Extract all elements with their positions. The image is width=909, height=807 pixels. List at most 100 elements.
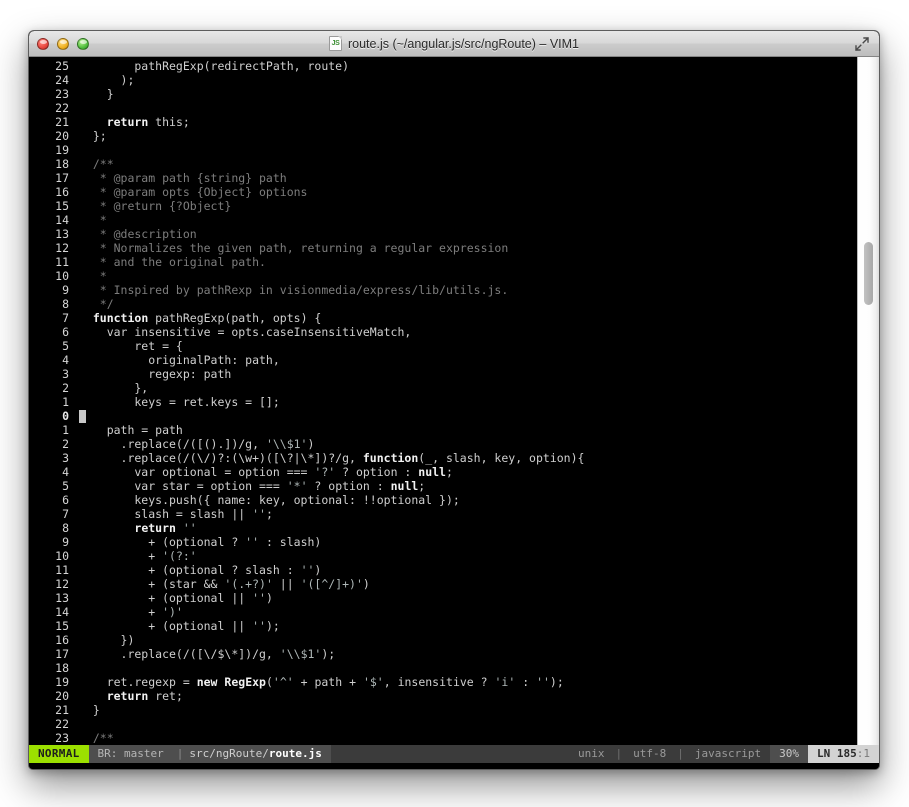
- code-line[interactable]: 0: [29, 409, 857, 423]
- fullscreen-icon[interactable]: [854, 31, 870, 56]
- code-line[interactable]: 7 function pathRegExp(path, opts) {: [29, 311, 857, 325]
- code-line[interactable]: 4 var optional = option === '?' ? option…: [29, 465, 857, 479]
- code-line[interactable]: 11 * and the original path.: [29, 255, 857, 269]
- status-filepath-name: route.js: [268, 747, 322, 760]
- code-token: .replace(/([\/$\*])/g,: [79, 647, 280, 661]
- code-line[interactable]: 18: [29, 661, 857, 675]
- code-line[interactable]: 22: [29, 717, 857, 731]
- command-line[interactable]: [29, 763, 879, 769]
- code-line[interactable]: 17 .replace(/([\/$\*])/g, '\\$1');: [29, 647, 857, 661]
- code-line[interactable]: 23 /**: [29, 731, 857, 745]
- line-number: 1: [62, 423, 69, 437]
- code-line[interactable]: 5 ret = {: [29, 339, 857, 353]
- code-line[interactable]: 9 * Inspired by pathRexp in visionmedia/…: [29, 283, 857, 297]
- code-line[interactable]: 7 slash = slash || '';: [29, 507, 857, 521]
- zoom-window-button[interactable]: [77, 37, 89, 50]
- code-token: /**: [79, 157, 114, 171]
- line-text: */: [79, 297, 114, 311]
- code-token: },: [79, 381, 149, 395]
- code-token: '\\$1': [279, 647, 322, 661]
- line-number: 16: [55, 633, 69, 647]
- code-line[interactable]: 16 * @param opts {Object} options: [29, 185, 857, 199]
- code-line[interactable]: 4 originalPath: path,: [29, 353, 857, 367]
- code-line[interactable]: 1 keys = ret.keys = [];: [29, 395, 857, 409]
- code-line[interactable]: 19: [29, 143, 857, 157]
- line-text: /**: [79, 157, 114, 171]
- code-token: '': [245, 535, 260, 549]
- line-text: /**: [79, 731, 114, 745]
- line-number: 3: [62, 451, 69, 465]
- code-line[interactable]: 12 + (star && '(.+?)' || '([^/]+)'): [29, 577, 857, 591]
- code-line[interactable]: 22: [29, 101, 857, 115]
- code-token: * Inspired by pathRexp in visionmedia/ex…: [79, 283, 509, 297]
- code-token: }: [79, 703, 100, 717]
- code-line[interactable]: 17 * @param path {string} path: [29, 171, 857, 185]
- code-token: '': [536, 675, 550, 689]
- code-line[interactable]: 6 var insensitive = opts.caseInsensitive…: [29, 325, 857, 339]
- minimize-window-button[interactable]: [57, 37, 69, 50]
- code-line[interactable]: 21 }: [29, 703, 857, 717]
- code-line[interactable]: 25 pathRegExp(redirectPath, route): [29, 59, 857, 73]
- line-text: var star = option === '*' ? option : nul…: [79, 479, 425, 493]
- close-window-button[interactable]: [37, 37, 49, 50]
- code-line[interactable]: 24 );: [29, 73, 857, 87]
- code-token: .replace(/(\/)?:(\w+)([\?|\*])?/g,: [79, 451, 363, 465]
- code-line[interactable]: 10 *: [29, 269, 857, 283]
- line-number: 22: [55, 717, 69, 731]
- code-line[interactable]: 16 }): [29, 633, 857, 647]
- line-text: + (optional || '');: [79, 619, 280, 633]
- code-line[interactable]: 3 .replace(/(\/)?:(\w+)([\?|\*])?/g, fun…: [29, 451, 857, 465]
- code-line[interactable]: 1 path = path: [29, 423, 857, 437]
- code-line[interactable]: 20 };: [29, 129, 857, 143]
- code-line[interactable]: 2 },: [29, 381, 857, 395]
- window-titlebar[interactable]: JS route.js (~/angular.js/src/ngRoute) –…: [29, 31, 879, 57]
- line-text: * Normalizes the given path, returning a…: [79, 241, 509, 255]
- status-line-number: 185: [836, 747, 857, 760]
- vertical-scrollbar[interactable]: [857, 57, 879, 745]
- code-line[interactable]: 8 */: [29, 297, 857, 311]
- code-line[interactable]: 23 }: [29, 87, 857, 101]
- code-line[interactable]: 19 ret.regexp = new RegExp('^' + path + …: [29, 675, 857, 689]
- code-line[interactable]: 15 * @return {?Object}: [29, 199, 857, 213]
- editor-pane[interactable]: 25 pathRegExp(redirectPath, route) 24 ); 2…: [29, 57, 879, 745]
- code-line[interactable]: 13 + (optional || ''): [29, 591, 857, 605]
- line-number: 12: [55, 577, 69, 591]
- code-token: return: [106, 115, 149, 129]
- code-line[interactable]: 11 + (optional ? slash : ''): [29, 563, 857, 577]
- code-line[interactable]: 3 regexp: path: [29, 367, 857, 381]
- code-line[interactable]: 15 + (optional || '');: [29, 619, 857, 633]
- code-line[interactable]: 18 /**: [29, 157, 857, 171]
- line-text: keys = ret.keys = [];: [79, 395, 279, 409]
- code-line[interactable]: 10 + '(?:': [29, 549, 857, 563]
- code-token: + path +: [293, 675, 363, 689]
- line-text: + (optional ? '' : slash): [79, 535, 321, 549]
- code-line[interactable]: 12 * Normalizes the given path, returnin…: [29, 241, 857, 255]
- code-line[interactable]: 8 return '': [29, 521, 857, 535]
- code-line[interactable]: 13 * @description: [29, 227, 857, 241]
- code-token: + (optional ? slash :: [79, 563, 301, 577]
- code-line[interactable]: 20 return ret;: [29, 689, 857, 703]
- code-line[interactable]: 9 + (optional ? '' : slash): [29, 535, 857, 549]
- code-line[interactable]: 14 *: [29, 213, 857, 227]
- line-number: 20: [55, 689, 69, 703]
- code-line[interactable]: 21 return this;: [29, 115, 857, 129]
- code-token: '(?:': [162, 549, 197, 563]
- code-line[interactable]: 5 var star = option === '*' ? option : n…: [29, 479, 857, 493]
- line-text: keys.push({ name: key, optional: !!optio…: [79, 493, 459, 507]
- code-token: path = path: [79, 423, 183, 437]
- code-token: ): [307, 437, 315, 451]
- vertical-scrollbar-thumb[interactable]: [864, 242, 873, 305]
- code-line[interactable]: 14 + ')': [29, 605, 857, 619]
- line-text: }: [79, 703, 100, 717]
- code-lines-container[interactable]: 25 pathRegExp(redirectPath, route) 24 ); 2…: [29, 57, 857, 745]
- code-token: */: [79, 297, 114, 311]
- code-token: : slash): [259, 535, 322, 549]
- code-token: '?': [314, 465, 336, 479]
- code-token: function: [92, 311, 149, 325]
- code-token: + (optional ||: [79, 591, 253, 605]
- code-line[interactable]: 2 .replace(/([().])/g, '\\$1'): [29, 437, 857, 451]
- code-line[interactable]: 6 keys.push({ name: key, optional: !!opt…: [29, 493, 857, 507]
- status-filetype: javascript: [685, 745, 771, 763]
